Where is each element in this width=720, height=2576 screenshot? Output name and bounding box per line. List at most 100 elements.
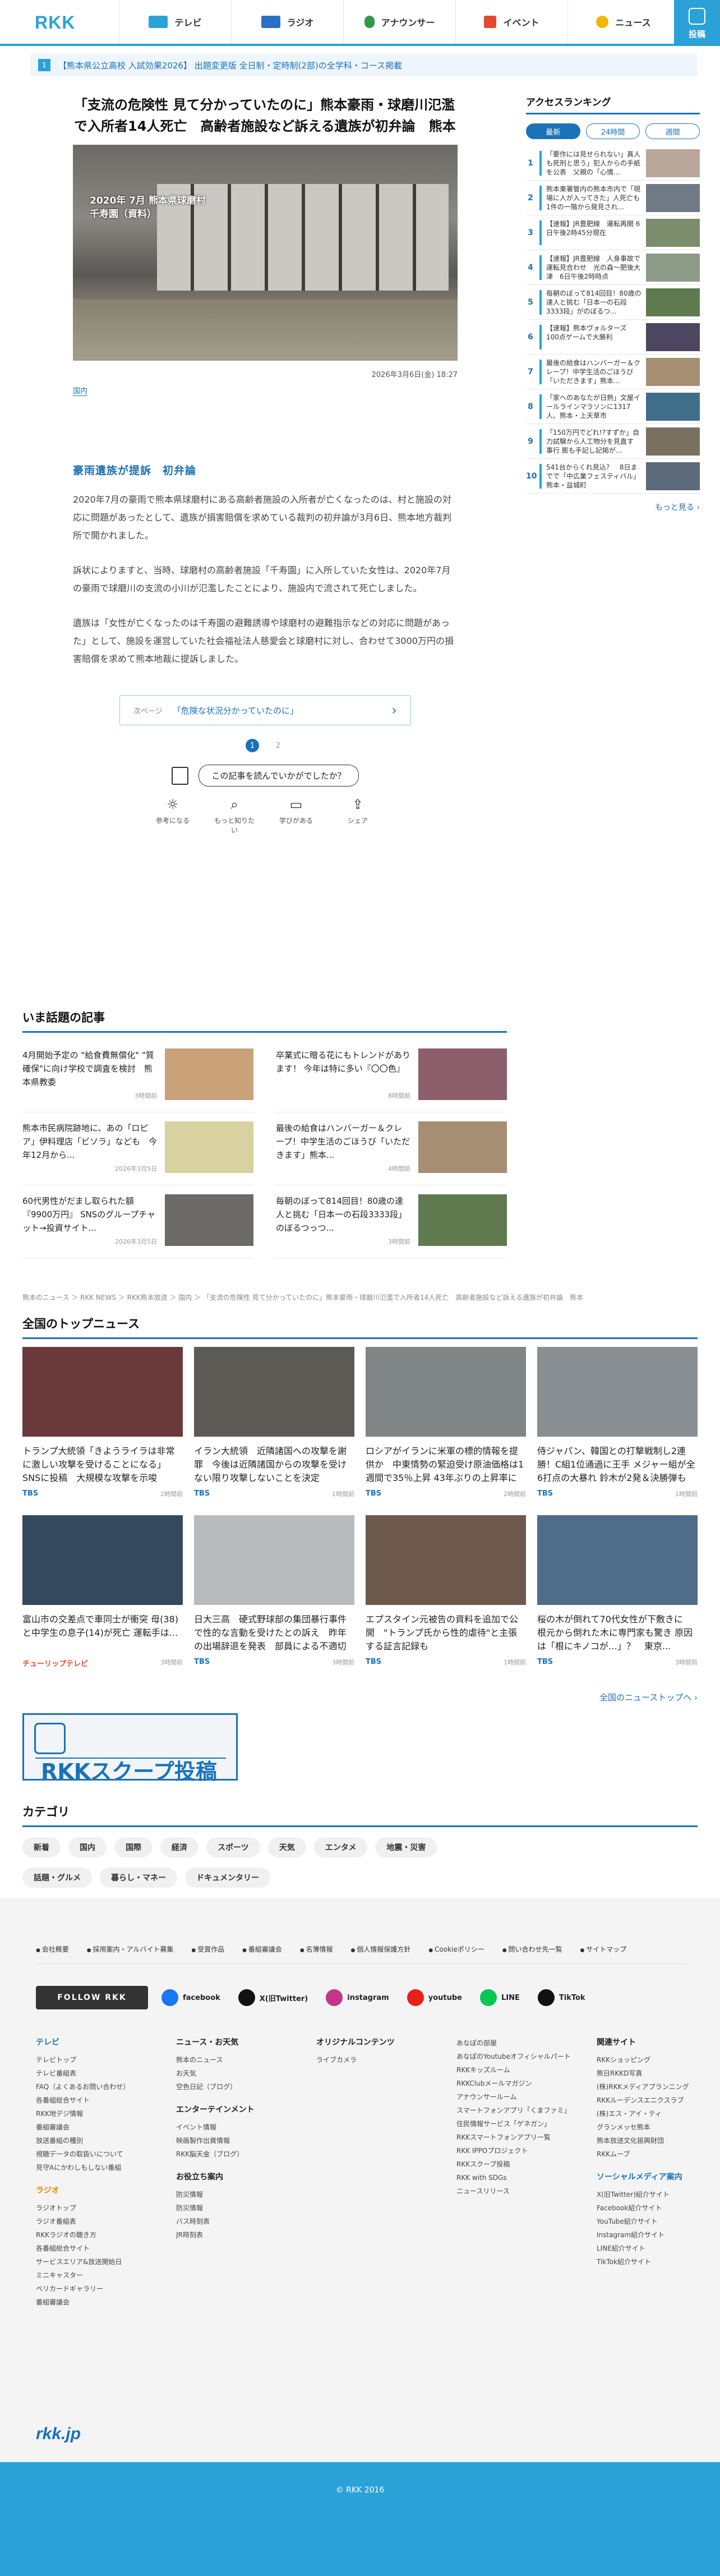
share-button[interactable]: ⇪ シェア [335, 797, 380, 835]
list-item[interactable]: 毎朝のぼって814回目！80歳の達人と挑む「日本一の石段3333段」のぼるつっつ… [276, 1185, 507, 1258]
category-chip[interactable]: 話題・グルメ [22, 1867, 92, 1888]
footer-link[interactable]: グランメッセ熊本 [597, 2120, 710, 2134]
feedback-helpful-button[interactable]: ☼ 参考になる [150, 797, 195, 835]
instagram-link[interactable]: instagram [321, 1989, 393, 2006]
news-card[interactable]: イラン大統領 近隣諸国への攻撃を謝罪 今後は近隣諸国からの攻撃を受けない限り攻撃… [194, 1347, 354, 1515]
category-chip[interactable]: ドキュメンタリー [185, 1867, 270, 1888]
page-2[interactable]: 2 [271, 739, 285, 752]
footer-link[interactable]: JR時刻表 [176, 2228, 289, 2242]
footer-link[interactable]: テレビ番組表 [36, 2067, 149, 2080]
footer-link[interactable]: テレビトップ [36, 2053, 149, 2067]
footer-link[interactable]: RKKショッピング [597, 2053, 710, 2067]
list-item[interactable]: 最後の給食はハンバーガー＆クレープ！中学生活のごほうび「いただきます」熊本...… [276, 1112, 507, 1185]
footer-link[interactable]: ニュースリリース [456, 2184, 570, 2198]
footer-link[interactable]: RKKスマートフォンアプリ一覧 [456, 2131, 570, 2144]
footer-link[interactable]: イベント情報 [176, 2120, 289, 2134]
next-page-button[interactable]: 次ページ 「危険な状況分かっていたのに」 › [119, 695, 411, 725]
footer-link[interactable]: お天気 [176, 2067, 289, 2080]
category-chip[interactable]: 新着 [22, 1837, 61, 1857]
footer-link[interactable]: 視聴データの取扱いについて [36, 2147, 149, 2161]
article-category-link[interactable]: 国内 [73, 385, 88, 396]
category-chip[interactable]: 国際 [114, 1837, 153, 1857]
footer-link[interactable]: Instagram紹介サイト [597, 2228, 710, 2242]
footer-link[interactable]: ラジオトップ [36, 2201, 149, 2215]
footer-link[interactable]: 放送番組の種別 [36, 2134, 149, 2147]
footer-link[interactable]: Facebook紹介サイト [597, 2201, 710, 2215]
post-button[interactable]: 投稿 [674, 0, 720, 46]
footer-link[interactable]: RKKムーブ [597, 2147, 710, 2161]
list-item[interactable]: 4月開始予定の "給食費無償化" "質確保"に向け学校で調査を検討 熊本県教委 3… [22, 1039, 253, 1112]
rkk-jp-logo[interactable]: rkk.jp [36, 2425, 81, 2444]
footer-link[interactable]: 熊日RKKD写真 [597, 2067, 710, 2080]
category-chip[interactable]: 国内 [68, 1837, 107, 1857]
ranking-item[interactable]: 2 熊本東署管内の熊本市内で「現場に人が入ってきた」人死亡も1件の一階から発見され… [526, 181, 700, 215]
footer-link[interactable]: 見守Aにかわしもしない番組 [36, 2161, 149, 2174]
nav-announcer[interactable]: アナウンサー [343, 0, 455, 44]
footer-link[interactable]: 会社概要 [36, 1944, 69, 1954]
page-1[interactable]: 1 [246, 739, 259, 752]
nav-news[interactable]: ニュース [567, 0, 680, 44]
category-chip[interactable]: 経済 [160, 1837, 199, 1857]
footer-link[interactable]: ライブカメラ [316, 2053, 430, 2067]
breadcrumb[interactable]: 熊本のニュース ＞ RKK NEWS ＞ RKK熊本放送 ＞ 国内 ＞ 「支流の… [22, 1292, 695, 1302]
footer-link[interactable]: 番組審議会 [36, 2296, 149, 2309]
footer-link[interactable]: 番組審議会 [242, 1944, 282, 1954]
news-card[interactable]: 富山市の交差点で車同士が衝突 母(38)と中学生の息子(14)が死亡 運転手は.… [22, 1515, 183, 1683]
footer-link[interactable]: サービスエリア&放送開始日 [36, 2255, 149, 2269]
footer-link[interactable]: 各番組総合サイト [36, 2242, 149, 2255]
scoop-post-banner[interactable]: RKKスクープ投稿 [22, 1713, 238, 1784]
footer-link[interactable]: 防災情報 [176, 2188, 289, 2201]
category-chip[interactable]: 天気 [267, 1837, 306, 1857]
ranking-item[interactable]: 3 【速報】JR豊肥線 運転再開 6日午後2時45分現在 [526, 215, 700, 250]
footer-link[interactable]: 名簿情報 [300, 1944, 333, 1954]
footer-link[interactable]: RKK脳天金（ブログ） [176, 2147, 289, 2161]
footer-link[interactable]: 受賞作品 [191, 1944, 224, 1954]
footer-link[interactable]: アナウンサールーム [456, 2090, 570, 2104]
news-card[interactable]: ロシアがイランに米軍の標的情報を提供か 中東情勢の緊迫受け原油価格は1週間で35… [366, 1347, 526, 1515]
nav-radio[interactable]: ラジオ [231, 0, 343, 44]
ranking-item[interactable]: 5 毎朝のぼって814回目！80歳の達人と挑む「日本一の石段3333段」がのぼるつ… [526, 285, 700, 320]
x-link[interactable]: X(旧Twitter) [234, 1989, 312, 2006]
footer-link[interactable]: 防災情報 [176, 2201, 289, 2215]
list-item[interactable]: 熊本市民病院跡地に、あの「ロピア」伊料理店「ビソラ」なども 今年12月から...… [22, 1112, 253, 1185]
footer-link[interactable]: RKK with SDGs [456, 2171, 570, 2184]
feedback-more-button[interactable]: ⌕ もっと知りたい [212, 797, 257, 835]
feedback-learn-button[interactable]: ▭ 学びがある [274, 797, 319, 835]
breaking-ticker[interactable]: 1 【熊本県公立高校 入試効果2026】 出題変更版 全日制・定時制(2部)の全… [30, 54, 698, 76]
category-chip[interactable]: エンタメ [313, 1837, 368, 1857]
footer-link[interactable]: 各番組総合サイト [36, 2094, 149, 2107]
news-card[interactable]: 日大三高 硬式野球部の集団暴行事件で性的な言動を受けたとの訴え 昨年の出場辞退を… [194, 1515, 354, 1683]
footer-link[interactable]: 番組審議会 [36, 2120, 149, 2134]
footer-link[interactable]: 採用案内・アルバイト募集 [87, 1944, 173, 1954]
news-card[interactable]: 侍ジャパン、韓国との打撃戦制し2連勝！C組1位通過に王手 メジャー組が全6打点の… [537, 1347, 698, 1515]
ranking-item[interactable]: 8 「家へのあなたが日熟」文屋イールラインマラソンに1317人、熊本・上天草市 [526, 389, 700, 424]
footer-link[interactable]: バス時刻表 [176, 2215, 289, 2228]
footer-link[interactable]: RKK IPPOプロジェクト [456, 2144, 570, 2158]
footer-link[interactable]: FAQ（よくあるお問い合わせ） [36, 2080, 149, 2094]
news-card[interactable]: トランプ大統領「きようライラは非常に激しい攻撃を受けることになる」SNSに投稿 … [22, 1347, 183, 1515]
news-card[interactable]: エプスタイン元被告の資料を追加で公開 "トランプ氏から性的虐待"と主張する証言記… [366, 1515, 526, 1683]
footer-link[interactable]: 空色日記（ブログ） [176, 2080, 289, 2094]
top-news-more-link[interactable]: 全国のニューストップへ › [22, 1691, 698, 1703]
facebook-link[interactable]: facebook [157, 1989, 225, 2006]
footer-link[interactable]: ミニキャスター [36, 2269, 149, 2282]
ticker-text[interactable]: 【熊本県公立高校 入試効果2026】 出題変更版 全日制・定時制(2部)の全学科… [58, 59, 402, 71]
nav-event[interactable]: イベント [455, 0, 567, 44]
rkk-logo[interactable]: RKK [35, 12, 75, 33]
footer-link[interactable]: 映画製作出資情報 [176, 2134, 289, 2147]
category-chip[interactable]: スポーツ [206, 1837, 260, 1857]
footer-link[interactable]: RKKラジオの聴き方 [36, 2228, 149, 2242]
footer-link[interactable]: RKKClubメールマガジン [456, 2077, 570, 2090]
category-chip[interactable]: 暮らし・マネー [100, 1867, 177, 1888]
ranking-item[interactable]: 7 最後の給食はハンバーガー＆クレープ！中学生活のごほうび「いただきます」熊本..… [526, 355, 700, 389]
list-item[interactable]: 60代男性がだまし取られた額『9900万円』 SNSのグループチャット→投資サイ… [22, 1185, 253, 1258]
tab-latest[interactable]: 最新 [526, 123, 580, 139]
footer-link[interactable]: (株)エス・アイ・ティ [597, 2107, 710, 2120]
footer-link[interactable]: X(旧Twitter)紹介サイト [597, 2188, 710, 2201]
ranking-item[interactable]: 9 「150万円でどれ!?すずか」自力試験から人工物分を見直す 事行 膨も手記し記… [526, 424, 700, 459]
footer-link[interactable]: スマートフォンアプリ「くまファミ」 [456, 2104, 570, 2117]
footer-link[interactable]: 熊本のニュース [176, 2053, 289, 2067]
footer-link[interactable]: YouTube紹介サイト [597, 2215, 710, 2228]
footer-link[interactable]: サイトマップ [580, 1944, 626, 1954]
footer-link[interactable]: ベリカードギャラリー [36, 2282, 149, 2296]
